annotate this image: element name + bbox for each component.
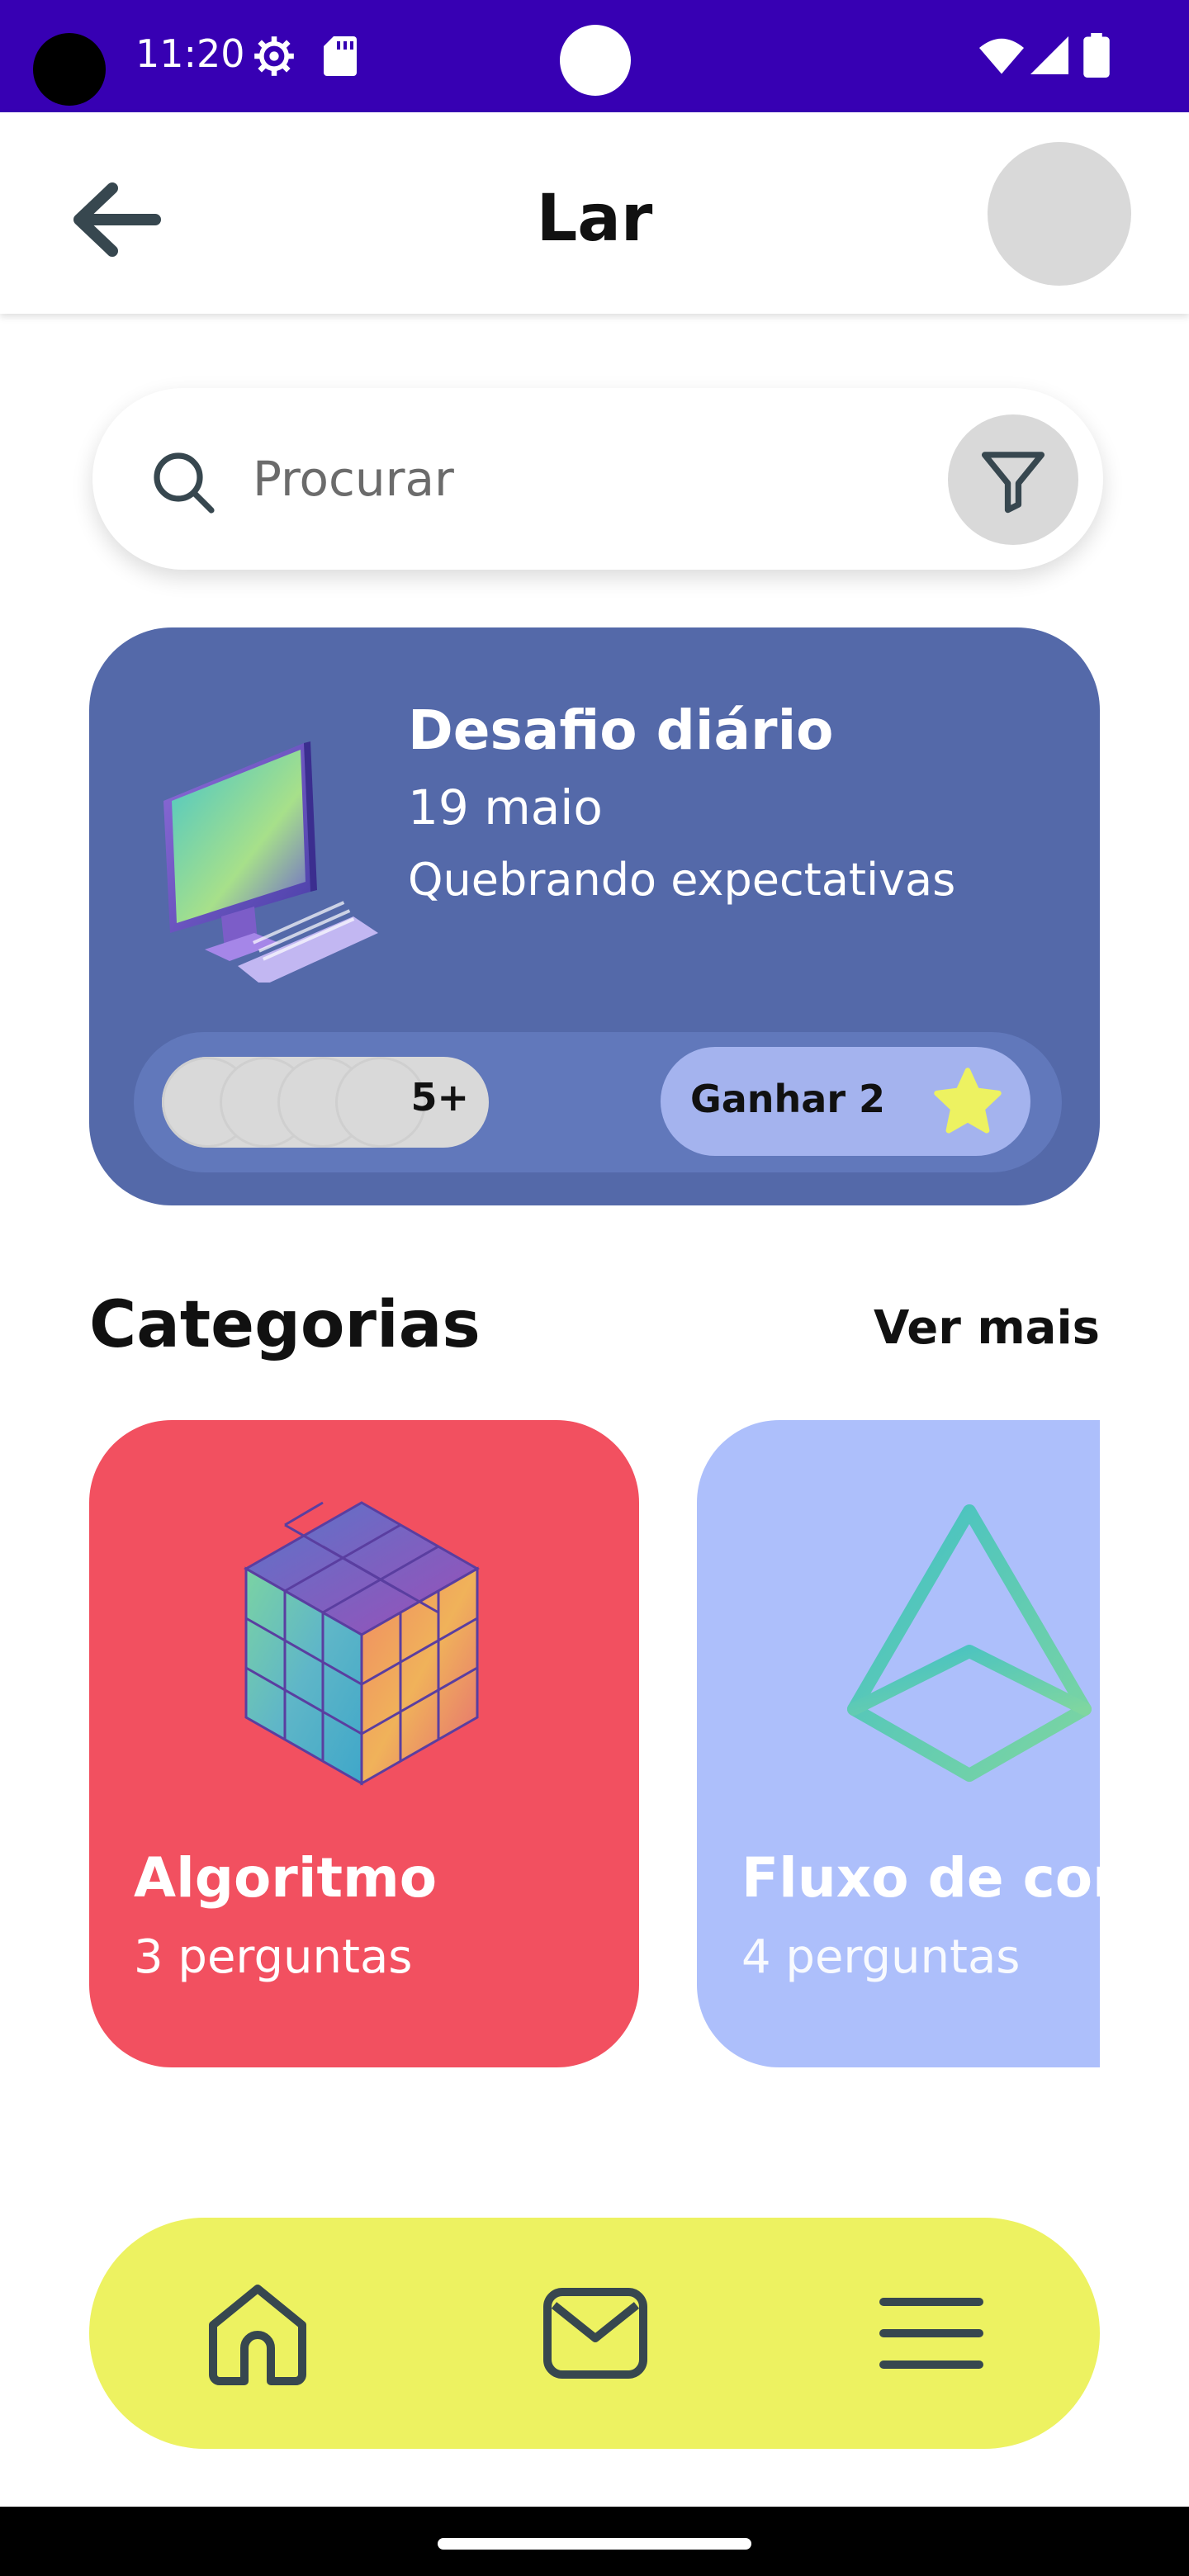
search-icon	[154, 452, 215, 514]
mail-icon[interactable]	[538, 2275, 653, 2391]
filter-icon	[981, 452, 1045, 514]
camera-cutout	[33, 33, 106, 106]
category-count: 3 perguntas	[134, 1930, 413, 1984]
daily-challenge-card[interactable]: Desafio diário 19 maio Quebrando expecta…	[89, 627, 1100, 1205]
home-icon[interactable]	[200, 2275, 315, 2391]
category-count: 4 perguntas	[741, 1930, 1021, 1984]
gear-icon	[254, 36, 294, 76]
menu-icon[interactable]	[874, 2275, 989, 2391]
signal-icon	[1030, 36, 1068, 74]
challenge-title: Desafio diário	[408, 698, 834, 762]
battery-icon	[1083, 33, 1110, 78]
notification-dot	[560, 25, 631, 96]
category-card-fluxo-de-controle[interactable]: Fluxo de controle 4 perguntas	[697, 1420, 1100, 2067]
wifi-icon	[979, 38, 1024, 74]
app-bar: Lar	[0, 112, 1189, 314]
home-gesture-pill[interactable]	[438, 2538, 751, 2550]
participants-more-count: 5+	[410, 1075, 469, 1120]
reward-button[interactable]: Ganhar 2	[661, 1047, 1030, 1156]
challenge-date: 19 maio	[408, 779, 603, 836]
computer-icon	[163, 741, 378, 983]
status-time: 11:20	[135, 31, 245, 76]
star-icon	[934, 1068, 1002, 1134]
status-bar: 11:20	[0, 0, 1189, 112]
avatar[interactable]	[988, 142, 1131, 286]
search-bar	[92, 388, 1103, 570]
categories-carousel[interactable]: Algoritmo 3 perguntas Fluxo de controle …	[89, 1420, 1100, 2067]
bottom-navigation	[89, 2218, 1100, 2449]
cube-icon	[243, 1501, 481, 1786]
reward-label: Ganhar 2	[690, 1077, 886, 1121]
category-card-algoritmo[interactable]: Algoritmo 3 perguntas	[89, 1420, 639, 2067]
see-more-link[interactable]: Ver mais	[874, 1301, 1100, 1355]
participants-group[interactable]: 5+	[162, 1057, 489, 1148]
sd-card-icon	[324, 36, 357, 76]
pyramid-icon	[847, 1504, 1092, 1782]
search-input[interactable]	[253, 438, 880, 520]
challenge-subtitle: Quebrando expectativas	[408, 854, 956, 906]
system-navigation-bar	[0, 2507, 1189, 2576]
category-name: Fluxo de controle	[741, 1846, 1100, 1910]
categories-title: Categorias	[89, 1288, 481, 1362]
category-name: Algoritmo	[134, 1846, 438, 1910]
challenge-footer: 5+ Ganhar 2	[134, 1032, 1062, 1172]
filter-button[interactable]	[948, 414, 1078, 545]
